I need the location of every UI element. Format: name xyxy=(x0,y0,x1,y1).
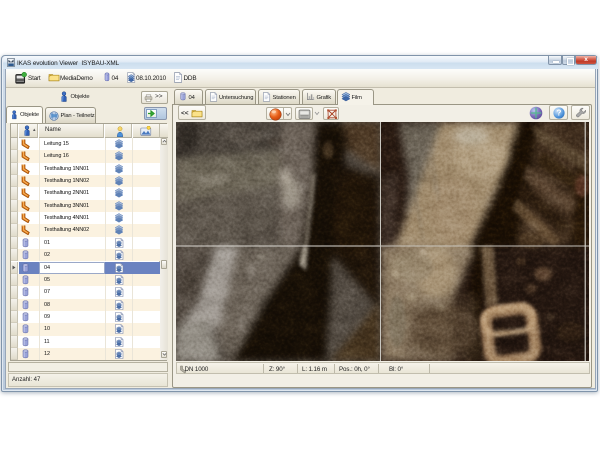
svg-text:?: ? xyxy=(557,109,562,118)
